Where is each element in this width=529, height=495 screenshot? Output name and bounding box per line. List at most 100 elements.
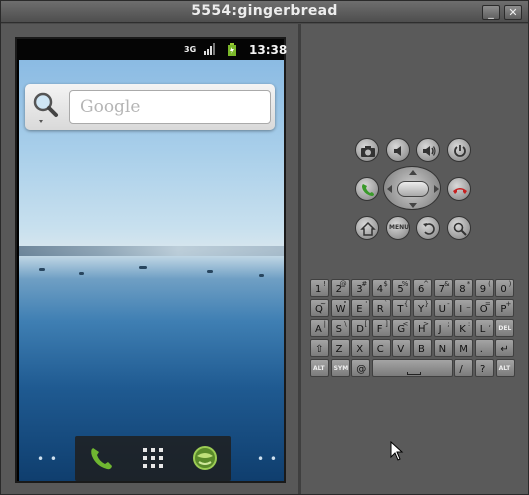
google-search-widget[interactable]: Google [25, 84, 275, 130]
search-input[interactable]: Google [69, 90, 271, 124]
key-label: @ [356, 364, 367, 375]
search-button[interactable] [447, 216, 471, 240]
volume-up-icon [423, 146, 436, 156]
key-b[interactable]: B [413, 339, 432, 357]
key-1[interactable]: 1! [310, 279, 329, 297]
key-k[interactable]: K: [454, 319, 474, 337]
rock [39, 268, 45, 271]
key-3[interactable]: 3 # [351, 279, 371, 297]
key-shift[interactable]: ⇧ [310, 339, 329, 357]
key-alt-label: ] [385, 320, 388, 328]
call-button[interactable] [355, 177, 379, 201]
signal-icon [204, 43, 216, 58]
browser-icon[interactable] [191, 444, 219, 472]
key-alt-label: { [403, 300, 409, 308]
key-p[interactable]: P + [495, 299, 515, 317]
key-4[interactable]: 4 $ [371, 279, 391, 297]
dpad[interactable] [383, 166, 441, 210]
key-8[interactable]: 8 * [454, 279, 474, 297]
close-button[interactable]: ✕ [504, 5, 522, 20]
key-alt-label: ) [508, 280, 512, 288]
key-x[interactable]: X [351, 339, 371, 357]
key-d[interactable]: D[ [351, 319, 371, 337]
key-o[interactable]: O = [474, 299, 494, 317]
key-alt-label: + [505, 300, 512, 308]
key-space[interactable] [371, 359, 453, 377]
key-at[interactable]: @ [351, 359, 371, 377]
key-z[interactable]: Z [330, 339, 350, 357]
key-label: . [479, 344, 483, 355]
key-label: DEL [498, 325, 512, 332]
key-alt-label: & [444, 280, 450, 288]
key-j[interactable]: J; [433, 319, 453, 337]
key-label: B [418, 344, 425, 355]
power-button[interactable] [447, 138, 471, 162]
volume-down-icon [394, 146, 401, 156]
key-label: T [397, 304, 404, 315]
key-label: Y [418, 304, 425, 315]
key-6[interactable]: 6 ^ [413, 279, 432, 297]
key-5[interactable]: 5% [392, 279, 412, 297]
key-t[interactable]: T{ [392, 299, 412, 317]
end-call-button[interactable] [447, 177, 471, 201]
key-n[interactable]: N [433, 339, 453, 357]
key-y[interactable]: Y} [413, 299, 432, 317]
key-2[interactable]: 2 @ [330, 279, 350, 297]
key-h[interactable]: H > [413, 319, 432, 337]
network-type: 3G [184, 45, 197, 54]
key-label: SYM [333, 365, 349, 372]
menu-button[interactable]: MENU [386, 216, 410, 240]
key-label: A [315, 324, 322, 335]
status-clock: 13:38 [249, 43, 288, 57]
key-a[interactable]: A | [310, 319, 329, 337]
key-m[interactable]: M [454, 339, 474, 357]
search-magnifier-icon[interactable] [31, 90, 61, 124]
key-g[interactable]: G < [392, 319, 412, 337]
rock [139, 266, 147, 269]
space-bar-icon [406, 372, 421, 375]
key-enter[interactable]: ↵ [495, 339, 515, 357]
mouse-cursor [390, 440, 404, 465]
rock [79, 272, 84, 275]
dpad-center-button[interactable] [397, 181, 429, 197]
key-r[interactable]: R ` [371, 299, 391, 317]
key-v[interactable]: V [392, 339, 412, 357]
phone-icon[interactable] [87, 444, 115, 472]
key-del[interactable]: DEL [495, 319, 515, 337]
end-call-icon [453, 188, 467, 194]
back-button[interactable] [416, 216, 440, 240]
key-.[interactable]: . [474, 339, 494, 357]
key-q[interactable]: Q ~ [310, 299, 329, 317]
key-slash[interactable]: / [454, 359, 474, 377]
key-0[interactable]: 0) [495, 279, 515, 297]
key-9[interactable]: 9( [474, 279, 494, 297]
device-screen[interactable]: 3G 13:38 Google • • • • [15, 37, 288, 483]
key-alt-left[interactable]: ALT [310, 359, 329, 377]
power-icon [454, 145, 466, 157]
key-label: / [459, 364, 463, 375]
key-i[interactable]: I _ [454, 299, 474, 317]
app-drawer-icon[interactable] [139, 444, 167, 472]
home-button[interactable] [355, 216, 379, 240]
volume-up-button[interactable] [416, 138, 440, 162]
key-alt-label: } [424, 300, 429, 308]
camera-button[interactable] [355, 138, 379, 162]
key-alt-right[interactable]: ALT [495, 359, 515, 377]
key-label: F [376, 324, 383, 335]
key-l[interactable]: L, [474, 319, 494, 337]
rock [259, 274, 264, 277]
key-s[interactable]: S \ [330, 319, 350, 337]
volume-down-button[interactable] [386, 138, 410, 162]
emulator-left-panel: 3G 13:38 Google • • • • [1, 24, 298, 494]
key-f[interactable]: F] [371, 319, 391, 337]
key-c[interactable]: C [371, 339, 391, 357]
key-u[interactable]: U- [433, 299, 453, 317]
key-7[interactable]: 7 & [433, 279, 453, 297]
key-e[interactable]: E ' [351, 299, 371, 317]
key-sym[interactable]: SYM [330, 359, 350, 377]
key-w[interactable]: W " [330, 299, 350, 317]
minimize-button[interactable]: _ [482, 5, 500, 20]
key-question[interactable]: ? [475, 359, 494, 377]
key-label: C [376, 344, 384, 355]
key-alt-label: ! [323, 280, 326, 288]
